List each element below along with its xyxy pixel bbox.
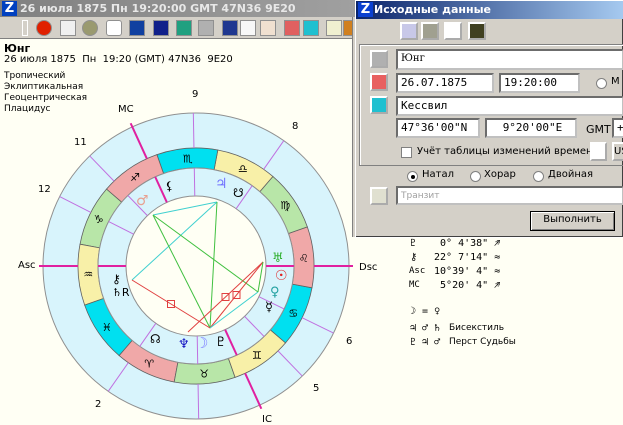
location-icon-button[interactable] (370, 96, 388, 114)
date-field[interactable]: 26.07.1875 (396, 73, 494, 93)
north-node-glyph: ☊ (150, 333, 161, 345)
zodiac-sign-glyph: ♎ (238, 163, 248, 176)
mercury-glyph: ☿ (265, 302, 273, 314)
double-radio-label: Двойная (548, 169, 593, 180)
venus-glyph: ♀ (270, 287, 280, 299)
uranus-glyph: ♅ (272, 253, 284, 265)
neptune-glyph: ♆ (178, 339, 190, 351)
ic-label: IC (262, 414, 272, 425)
chiron-glyph: ⚷ (112, 273, 121, 285)
natal-radio[interactable] (407, 171, 418, 182)
position-glyph: ⚷ (410, 252, 417, 263)
gmt-field[interactable]: +0 (612, 118, 623, 138)
dialog-title: Исходные данные (374, 3, 491, 16)
zodiac-sign-glyph: ♓ (102, 321, 112, 334)
zodiac-sign-glyph: ♒ (83, 268, 93, 281)
sun-glyph: ☉ (275, 270, 288, 282)
pluto-glyph: ♇ (215, 337, 227, 349)
house-2-label: 2 (95, 399, 101, 410)
natal-radio-label: Натал (422, 169, 454, 180)
position-value: 22° 7'14" ≈ (428, 252, 500, 263)
zodiac-sign-glyph: ♊ (252, 349, 262, 362)
transit-icon-button[interactable] (370, 187, 388, 205)
house-6-label: 6 (346, 336, 352, 347)
zodiac-sign-glyph: ♑ (94, 213, 104, 226)
position-value: 10°39' 4" ≈ (428, 266, 500, 277)
position-glyph: Asc (409, 266, 425, 276)
asc-label: Asc (18, 260, 36, 271)
house-cusp-line (198, 384, 199, 419)
name-field[interactable]: Юнг (396, 49, 623, 70)
position-value: 5°20' 4" ♐ (428, 280, 500, 291)
gmt-label: GMT (586, 123, 611, 136)
run-button[interactable]: Выполнить (530, 211, 615, 231)
time-field[interactable]: 19:20:00 (499, 73, 580, 93)
m-radio[interactable] (596, 78, 607, 89)
house-5-label: 5 (313, 383, 319, 394)
house-12-label: 12 (38, 184, 51, 195)
date-icon-button[interactable] (370, 73, 388, 91)
saturn-glyph: ♄R (112, 287, 130, 299)
zodiac-sign-glyph: ♍ (280, 199, 290, 212)
transit-field[interactable]: Транзит (396, 186, 623, 205)
us-button[interactable]: US (612, 142, 623, 161)
position-glyph: ♇ (410, 238, 416, 249)
double-radio[interactable] (533, 171, 544, 182)
save-button[interactable] (468, 22, 486, 40)
dialog-logo-icon: Z (358, 2, 373, 17)
copy-button[interactable] (400, 22, 418, 40)
zodiac-sign-glyph: ♌ (299, 252, 309, 265)
house-9-label: 9 (192, 89, 198, 100)
config-name: Бисекстиль (449, 323, 504, 333)
city-field[interactable]: Кессвил (396, 96, 623, 116)
zodiac-sign-glyph: ♉ (199, 368, 209, 381)
position-value: 0° 4'38" ♐ (428, 238, 500, 249)
config-glyphs: ☽ = ♀ (410, 306, 440, 317)
zodiac-sign-glyph: ♐ (130, 171, 140, 184)
position-glyph: MC (409, 280, 420, 290)
mc-label: MC (118, 104, 134, 115)
doc-button[interactable] (590, 142, 607, 161)
paste-button[interactable] (421, 22, 439, 40)
dst-checkbox[interactable] (401, 147, 412, 158)
south-node-glyph: ☋ (233, 187, 244, 199)
horar-radio[interactable] (470, 171, 481, 182)
config-name: Перст Судьбы (449, 337, 516, 347)
config-glyphs: ♇ ♃ ♂ (410, 337, 440, 348)
lilith-glyph: ⚸ (165, 180, 174, 192)
config-glyphs: ♃ ♂ ♄ (410, 323, 440, 334)
mars-glyph: ♂ (136, 195, 149, 207)
natal-chart: ♈ ♉ ♊ ♋ ♌ ♍ ♎ ♏ ♐ ♑ ♒ ♓ (0, 0, 360, 424)
zodiac-sign-glyph: ♏ (183, 152, 193, 165)
horar-radio-label: Хорар (484, 169, 516, 180)
house-cusp-line (193, 113, 194, 148)
zodiac-sign-glyph: ♋ (288, 307, 298, 320)
person-icon-button[interactable] (370, 50, 388, 68)
dialog-title-bar[interactable]: Z Исходные данные (356, 1, 623, 19)
latitude-field[interactable]: 47°36'00"N (396, 118, 480, 138)
house-8-label: 8 (292, 121, 298, 132)
m-radio-label: M (611, 76, 620, 87)
new-button[interactable] (444, 22, 462, 40)
jupiter-glyph: ♃ (215, 178, 228, 190)
dsc-label: Dsc (359, 262, 377, 273)
moon-glyph: ☽ (195, 337, 208, 349)
house-11-label: 11 (74, 137, 87, 148)
longitude-field[interactable]: 9°20'00"E (485, 118, 577, 138)
zodiac-sign-glyph: ♈ (144, 357, 154, 370)
input-data-dialog: Z Исходные данные Юнг 26.07.1875 19:20:0… (355, 0, 623, 238)
dst-checkbox-label: Учёт таблицы изменений времени (417, 146, 599, 157)
